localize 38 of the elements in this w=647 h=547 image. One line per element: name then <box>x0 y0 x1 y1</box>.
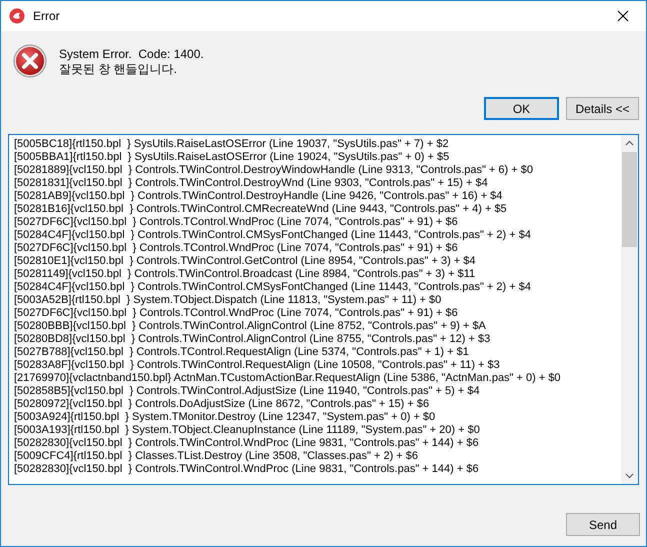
app-icon <box>9 8 25 24</box>
stack-trace-line: [502810E1]{vcl150.bpl } Controls.TWinControl.GetControl (Line 8954, "Controls.pas" + 3) + $4 <box>14 255 476 268</box>
stack-trace-line: [50282830]{vcl150.bpl } Controls.TWinControl.WndProc (Line 9831, "Controls.pas" + 144) + $6 <box>14 463 479 476</box>
stack-trace-line: [5005BBA1]{rtl150.bpl } SysUtils.RaiseLastOSError (Line 19024, "SysUtils.pas" + 0) + $5 <box>14 151 450 164</box>
send-button[interactable]: Send <box>566 513 640 536</box>
stack-trace-line: [21769970]{vclactnband150.bpl} ActnMan.TCustomActionBar.RequestAlign (Line 5386, "ActnMan.pas" + 0) + $0 <box>14 372 561 385</box>
scrollbar[interactable] <box>621 135 638 484</box>
error-message: System Error. Code: 1400. <box>59 47 204 62</box>
stack-trace-line: [50280972]{vcl150.bpl } Controls.DoAdjustSize (Line 8672, "Controls.pas" + 15) + $6 <box>14 398 430 411</box>
stack-trace-line: [502858B5]{vcl150.bpl } Controls.TWinControl.AdjustSize (Line 11940, "Controls.pas" + 5) + $4 <box>14 385 480 398</box>
stack-trace-line: [5009CFC4]{rtl150.bpl } Classes.TList.Destroy (Line 3508, "Classes.pas" + 2) + $6 <box>14 450 418 463</box>
stack-trace-line: [50281831]{vcl150.bpl } Controls.TWinControl.DestroyWnd (Line 9303, "Controls.pas" + 15) + $4 <box>14 177 488 190</box>
stack-trace-line: [5027DF6C]{vcl150.bpl } Controls.TControl.WndProc (Line 7074, "Controls.pas" + 91) + $6 <box>14 307 458 320</box>
stack-trace-line: [50284C4F]{vcl150.bpl } Controls.TWinControl.CMSysFontChanged (Line 11443, "Controls.pas" + 2) + $4 <box>14 229 531 242</box>
stack-trace-line: [50281AB9]{vcl150.bpl } Controls.TWinControl.DestroyHandle (Line 9426, "Controls.pas" + 16) + $4 <box>14 190 502 203</box>
stack-trace-line: [5027B788]{vcl150.bpl } Controls.TControl.RequestAlign (Line 5374, "Controls.pas" + 1) + $1 <box>14 346 469 359</box>
error-description: 잘못된 창 핸들입니다. <box>59 62 178 77</box>
scroll-thumb[interactable] <box>622 152 637 247</box>
close-icon <box>617 10 629 22</box>
details-button[interactable]: Details << <box>566 97 639 120</box>
stack-trace-line: [5027DF6C]{vcl150.bpl } Controls.TControl.WndProc (Line 7074, "Controls.pas" + 91) + $6 <box>14 216 458 229</box>
window-title: Error <box>33 9 60 23</box>
ok-button[interactable]: OK <box>484 97 559 120</box>
stack-trace-line: [5003A52B]{rtl150.bpl } System.TObject.Dispatch (Line 11813, "System.pas" + 11) + $0 <box>14 294 442 307</box>
details-memo[interactable] <box>8 134 639 485</box>
stack-trace-line: [50280BBB]{vcl150.bpl } Controls.TWinControl.AlignControl (Line 8752, "Controls.pas" + 9) + $A <box>14 320 486 333</box>
stack-trace-line: [50281889]{vcl150.bpl } Controls.TWinControl.DestroyWindowHandle (Line 9313, "Controls.pas" + 6) + $0 <box>14 164 533 177</box>
stack-trace-line: [5027DF6C]{vcl150.bpl } Controls.TControl.WndProc (Line 7074, "Controls.pas" + 91) + $6 <box>14 242 458 255</box>
stack-trace-line: [50280BD8]{vcl150.bpl } Controls.TWinControl.AlignControl (Line 8755, "Controls.pas" + 12) + $3 <box>14 333 490 346</box>
stack-trace-line: [50282830]{vcl150.bpl } Controls.TWinControl.WndProc (Line 9831, "Controls.pas" + 144) + $6 <box>14 437 479 450</box>
stack-trace-line: [50281B16]{vcl150.bpl } Controls.TWinControl.CMRecreateWnd (Line 9443, "Controls.pas" + 4) + $5 <box>14 203 507 216</box>
stack-trace-line: [50283A8F]{vcl150.bpl } Controls.TWinControl.RequestAlign (Line 10508, "Controls.pas" + 11) + $3 <box>14 359 500 372</box>
error-icon <box>13 44 47 78</box>
stack-trace-line: [50281149]{vcl150.bpl } Controls.TWinControl.Broadcast (Line 8984, "Controls.pas" + 3) + $11 <box>14 268 476 281</box>
stack-trace-line: [5003A924]{rtl150.bpl } System.TMonitor.Destroy (Line 12347, "System.pas" + 0) + $0 <box>14 411 436 424</box>
stack-trace-line: [5005BC18]{rtl150.bpl } SysUtils.RaiseLastOSError (Line 19037, "SysUtils.pas" + 7) + $2 <box>14 138 449 151</box>
stack-trace-line: [5003A193]{rtl150.bpl } System.TObject.CleanupInstance (Line 11189, "System.pas" + 20) + $0 <box>14 424 480 437</box>
stack-trace-line: [50284C4F]{vcl150.bpl } Controls.TWinControl.CMSysFontChanged (Line 11443, "Controls.pas" + 2) + $4 <box>14 281 531 294</box>
